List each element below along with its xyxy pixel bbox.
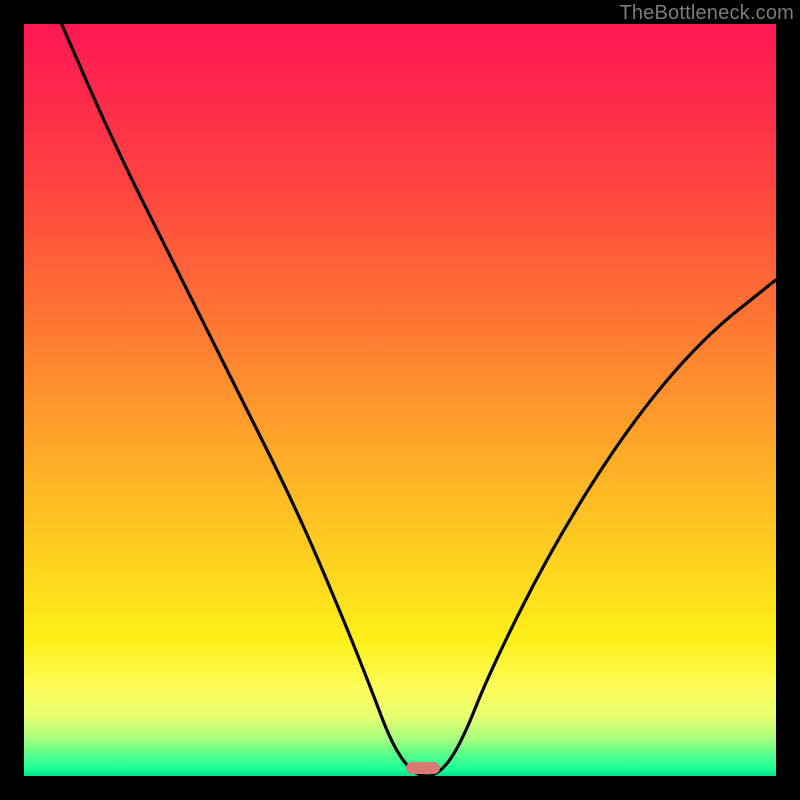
watermark-text: TheBottleneck.com [619, 2, 794, 25]
bottleneck-curve [24, 24, 776, 776]
target-zone-marker [406, 762, 440, 774]
plot-area [24, 24, 776, 776]
chart-frame: TheBottleneck.com [0, 0, 800, 800]
